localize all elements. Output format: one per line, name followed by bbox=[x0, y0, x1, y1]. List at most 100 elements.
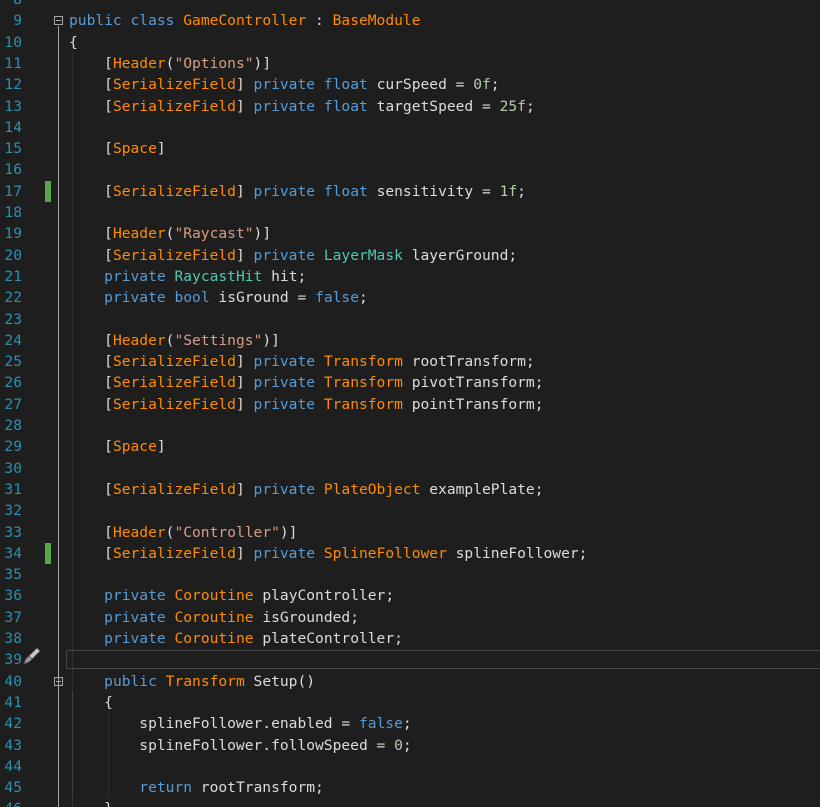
code-text: [SerializeField] private PlateObject exa… bbox=[69, 479, 543, 500]
code-token: private bbox=[104, 587, 166, 605]
code-line[interactable]: 23 bbox=[0, 309, 820, 330]
code-text: { bbox=[69, 32, 78, 53]
line-number: 28 bbox=[4, 417, 22, 434]
code-token: [ bbox=[69, 438, 113, 456]
code-token: rootTransform; bbox=[402, 353, 535, 371]
code-line[interactable]: 18 bbox=[0, 202, 820, 223]
code-line[interactable]: 35 bbox=[0, 564, 820, 585]
code-line[interactable]: 28 bbox=[0, 415, 820, 436]
code-token: "Raycast" bbox=[174, 225, 254, 243]
code-line[interactable]: 20 [SerializeField] private LayerMask la… bbox=[0, 245, 820, 266]
code-token: Coroutine bbox=[174, 587, 254, 605]
code-text: [Space] bbox=[69, 436, 166, 457]
code-token: ] bbox=[235, 544, 254, 562]
code-token: ] bbox=[235, 182, 254, 200]
code-line[interactable]: 46 } bbox=[0, 798, 820, 807]
collapse-icon[interactable] bbox=[54, 676, 63, 686]
code-token: [ bbox=[69, 76, 113, 94]
code-token: float bbox=[323, 182, 368, 200]
code-token: [ bbox=[69, 480, 113, 498]
code-line[interactable]: 12 [SerializeField] private float curSpe… bbox=[0, 74, 820, 95]
code-text: [SerializeField] private float curSpeed … bbox=[69, 74, 499, 95]
code-line[interactable]: 33 [Header("Controller")] bbox=[0, 522, 820, 543]
code-token: 1f bbox=[499, 182, 518, 200]
code-token: layerGround; bbox=[402, 246, 518, 264]
code-token: 25f bbox=[499, 97, 526, 115]
collapse-icon[interactable] bbox=[54, 16, 63, 26]
code-line[interactable]: 39 bbox=[0, 649, 820, 670]
code-line[interactable]: 10 { bbox=[0, 32, 820, 53]
code-line[interactable]: 8 bbox=[0, 0, 820, 10]
line-number: 33 bbox=[4, 523, 22, 541]
code-token: splineFollower.followSpeed = bbox=[69, 736, 395, 754]
code-token: curSpeed = bbox=[367, 76, 474, 94]
code-token: [ bbox=[69, 97, 113, 115]
code-line[interactable]: 19 [Header("Raycast")] bbox=[0, 223, 820, 244]
code-line[interactable]: 25 [SerializeField] private Transform ro… bbox=[0, 351, 820, 372]
code-line[interactable]: 32 bbox=[0, 500, 820, 521]
code-line[interactable]: 43 splineFollower.followSpeed = 0; bbox=[0, 735, 820, 756]
line-number: 40 bbox=[4, 672, 22, 690]
code-token: [ bbox=[69, 523, 113, 541]
code-line[interactable]: 11 [Header("Options")] bbox=[0, 53, 820, 74]
code-token: splineFollower.enabled = bbox=[69, 715, 359, 733]
code-token: ] bbox=[235, 395, 254, 413]
code-token: Space bbox=[112, 140, 157, 158]
code-line[interactable]: 38 private Coroutine plateController; bbox=[0, 628, 820, 649]
code-token: Transform bbox=[323, 395, 403, 413]
code-token: private bbox=[253, 480, 316, 498]
code-text: private RaycastHit hit; bbox=[69, 266, 306, 287]
code-text: [Space] bbox=[69, 138, 166, 159]
code-line[interactable]: 16 bbox=[0, 159, 820, 180]
code-line[interactable]: 45 return rootTransform; bbox=[0, 777, 820, 798]
code-token: ] bbox=[235, 353, 254, 371]
line-number: 24 bbox=[4, 331, 22, 349]
code-line[interactable]: 36 private Coroutine playController; bbox=[0, 585, 820, 606]
code-token: )] bbox=[279, 523, 298, 541]
code-text: splineFollower.followSpeed = 0; bbox=[69, 735, 411, 756]
code-token: ] bbox=[156, 438, 166, 456]
code-token: [ bbox=[69, 544, 113, 562]
code-line[interactable]: 15 [Space] bbox=[0, 138, 820, 159]
code-editor[interactable]: 8 9 public class GameController : BaseModu… bbox=[0, 0, 820, 807]
code-line[interactable]: 9 public class GameController : BaseModul… bbox=[0, 10, 820, 31]
code-token: ] bbox=[235, 480, 254, 498]
code-line[interactable]: 40 public Transform Setup() bbox=[0, 671, 820, 692]
code-line[interactable]: 37 private Coroutine isGrounded; bbox=[0, 607, 820, 628]
line-number: 35 bbox=[4, 566, 22, 584]
code-line[interactable]: 27 [SerializeField] private Transform po… bbox=[0, 394, 820, 415]
code-line[interactable]: 17 [SerializeField] private float sensit… bbox=[0, 180, 820, 202]
code-token: )] bbox=[253, 225, 272, 243]
code-line[interactable]: 34 [SerializeField] private SplineFollow… bbox=[0, 542, 820, 564]
code-token: private bbox=[253, 246, 316, 264]
code-line[interactable]: 14 bbox=[0, 117, 820, 138]
code-line[interactable]: 24 [Header("Settings")] bbox=[0, 330, 820, 351]
code-line[interactable]: 31 [SerializeField] private PlateObject … bbox=[0, 479, 820, 500]
code-text: return rootTransform; bbox=[69, 777, 324, 798]
code-line[interactable]: 21 private RaycastHit hit; bbox=[0, 266, 820, 287]
code-text: [SerializeField] private SplineFollower … bbox=[69, 543, 587, 564]
code-token: Coroutine bbox=[174, 630, 254, 647]
code-token: ; bbox=[517, 182, 526, 200]
code-token: private bbox=[253, 374, 316, 392]
code-line[interactable]: 29 [Space] bbox=[0, 436, 820, 457]
code-token: Space bbox=[112, 438, 157, 456]
code-token: ] bbox=[235, 246, 254, 264]
code-line[interactable]: 30 bbox=[0, 458, 820, 479]
code-line[interactable]: 13 [SerializeField] private float target… bbox=[0, 96, 820, 117]
code-token: LayerMask bbox=[323, 246, 403, 264]
code-token: GameController bbox=[183, 12, 307, 30]
code-line[interactable]: 42 splineFollower.enabled = false; bbox=[0, 713, 820, 734]
change-indicator bbox=[45, 180, 51, 202]
code-token: public bbox=[104, 672, 157, 690]
code-line[interactable]: 44 bbox=[0, 756, 820, 777]
code-line[interactable]: 22 private bool isGround = false; bbox=[0, 287, 820, 308]
code-line[interactable]: 41 { bbox=[0, 692, 820, 713]
code-token: } bbox=[69, 800, 113, 807]
code-token: PlateObject bbox=[323, 480, 421, 498]
code-line[interactable]: 26 [SerializeField] private Transform pi… bbox=[0, 372, 820, 393]
